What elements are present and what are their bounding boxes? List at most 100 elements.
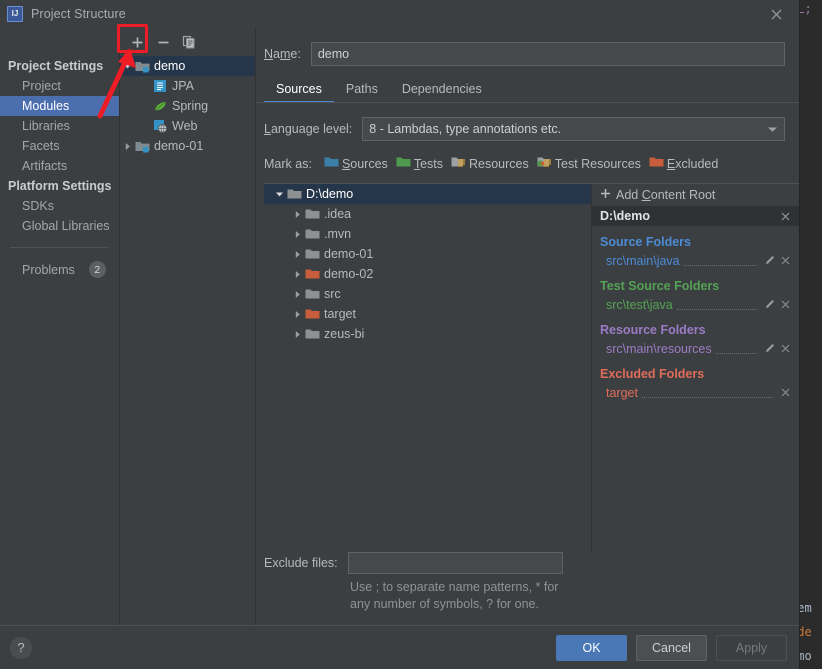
ok-button[interactable]: OK <box>556 634 627 661</box>
chevron-right-icon[interactable] <box>290 290 304 299</box>
help-icon[interactable]: ? <box>10 636 32 659</box>
file-tree-label: target <box>324 307 356 321</box>
tab-dependencies[interactable]: Dependencies <box>390 78 494 103</box>
chevron-down-icon <box>767 120 778 138</box>
spring-facet-icon <box>152 99 168 113</box>
facet-row-spring[interactable]: Spring <box>120 96 255 116</box>
tab-sources[interactable]: Sources <box>264 78 334 103</box>
modules-panel: demo JPA Spring Web demo-01 <box>120 28 256 625</box>
module-row-demo[interactable]: demo <box>120 56 255 76</box>
mark-as-sources-button[interactable]: Sources <box>324 155 388 173</box>
add-content-root-label: Add Content Root <box>616 188 716 202</box>
mark-as-label-text: Resources <box>469 157 529 171</box>
file-tree-row-demo-02[interactable]: demo-02 <box>264 264 591 284</box>
close-icon[interactable] <box>777 344 793 353</box>
intellij-idea-icon: IJ <box>7 6 23 22</box>
close-icon[interactable] <box>777 388 793 397</box>
dotted-leader <box>641 397 773 398</box>
add-module-button[interactable] <box>124 31 150 53</box>
excluded-folders-title: Excluded Folders <box>600 367 705 381</box>
sources-folder-icon <box>324 155 339 173</box>
close-icon[interactable] <box>777 212 793 221</box>
content-roots-panel: Add Content Root D:\demo Source Folders … <box>592 184 799 552</box>
chevron-right-icon[interactable] <box>290 270 304 279</box>
pencil-icon[interactable] <box>761 343 777 354</box>
file-tree-label: demo-02 <box>324 267 374 281</box>
facet-label: JPA <box>172 79 194 93</box>
dotted-leader <box>676 309 757 310</box>
module-name-input[interactable] <box>310 42 785 66</box>
module-tabs: Sources Paths Dependencies <box>256 78 799 103</box>
source-folders-title: Source Folders <box>600 235 691 249</box>
chevron-right-icon[interactable] <box>120 142 134 151</box>
mark-as-tests-button[interactable]: Tests <box>396 155 443 173</box>
close-icon[interactable] <box>777 300 793 309</box>
file-tree-row-target[interactable]: target <box>264 304 591 324</box>
resource-folder-row[interactable]: src\main\resources <box>592 339 799 358</box>
chevron-right-icon[interactable] <box>290 250 304 259</box>
problems-label: Problems <box>22 262 75 277</box>
chevron-right-icon[interactable] <box>290 210 304 219</box>
facet-row-web[interactable]: Web <box>120 116 255 136</box>
sidebar-item-facets[interactable]: Facets <box>0 136 119 156</box>
test-source-folder-row[interactable]: src\test\java <box>592 295 799 314</box>
add-content-root-button[interactable]: Add Content Root <box>592 184 799 206</box>
source-folder-row[interactable]: src\main\java <box>592 251 799 270</box>
module-folder-icon <box>134 60 150 73</box>
mark-as-label-text: Excluded <box>666 157 719 171</box>
file-tree-row-idea[interactable]: .idea <box>264 204 591 224</box>
dialog-title: Project Structure <box>31 7 126 21</box>
content-root-header: D:\demo <box>592 206 799 226</box>
resource-folder-path: src\main\resources <box>606 341 712 356</box>
copy-module-button[interactable] <box>176 31 202 53</box>
resources-folder-icon <box>451 155 466 173</box>
folder-icon <box>286 188 302 200</box>
sidebar-item-problems[interactable]: Problems 2 <box>0 258 119 281</box>
excluded-folder-icon <box>649 155 664 173</box>
module-row-demo-01[interactable]: demo-01 <box>120 136 255 156</box>
excluded-folder-row[interactable]: target <box>592 383 799 402</box>
chevron-right-icon[interactable] <box>290 330 304 339</box>
module-details-panel: Name: Sources Paths Dependencies Languag… <box>256 28 799 625</box>
modules-tree: demo JPA Spring Web demo-01 <box>120 56 255 625</box>
exclude-files-row: Exclude files: <box>264 552 789 574</box>
exclude-files-input[interactable] <box>347 552 563 574</box>
sidebar-item-libraries[interactable]: Libraries <box>0 116 119 136</box>
pencil-icon[interactable] <box>761 299 777 310</box>
source-folder-path: src\main\java <box>606 253 680 268</box>
chevron-down-icon[interactable] <box>120 62 134 71</box>
screen: ML; dem/de emo IJ Project Structure Projec… <box>0 0 822 669</box>
language-level-row: Language level: 8 - Lambdas, type annota… <box>256 103 799 141</box>
sidebar-item-global-libraries[interactable]: Global Libraries <box>0 216 119 236</box>
sidebar-item-sdks[interactable]: SDKs <box>0 196 119 216</box>
tab-paths[interactable]: Paths <box>334 78 390 103</box>
file-tree-row-src[interactable]: src <box>264 284 591 304</box>
close-icon[interactable] <box>777 256 793 265</box>
file-tree-row-zeus-bi[interactable]: zeus-bi <box>264 324 591 344</box>
chevron-right-icon[interactable] <box>290 230 304 239</box>
file-tree-row-demo-01[interactable]: demo-01 <box>264 244 591 264</box>
file-tree-row-root[interactable]: D:\demo <box>264 184 591 204</box>
module-name-row: Name: <box>256 28 799 66</box>
apply-button[interactable]: Apply <box>716 634 787 661</box>
mark-as-resources-button[interactable]: Resources <box>451 155 529 173</box>
problems-count-badge: 2 <box>88 261 106 278</box>
facet-row-jpa[interactable]: JPA <box>120 76 255 96</box>
sidebar-item-modules[interactable]: Modules <box>0 96 119 116</box>
cancel-button[interactable]: Cancel <box>636 634 707 661</box>
language-level-select[interactable]: 8 - Lambdas, type annotations etc. <box>362 117 785 141</box>
remove-module-button[interactable] <box>150 31 176 53</box>
sidebar-item-project[interactable]: Project <box>0 76 119 96</box>
folder-icon <box>304 288 320 300</box>
close-icon[interactable] <box>753 0 799 28</box>
web-facet-icon <box>152 119 168 133</box>
file-tree-row-mvn[interactable]: .mvn <box>264 224 591 244</box>
chevron-down-icon[interactable] <box>272 190 286 199</box>
plus-icon <box>600 186 611 204</box>
pencil-icon[interactable] <box>761 255 777 266</box>
mark-as-excluded-button[interactable]: Excluded <box>649 155 718 173</box>
sidebar-item-artifacts[interactable]: Artifacts <box>0 156 119 176</box>
mark-as-test-resources-button[interactable]: Test Resources <box>536 155 641 173</box>
chevron-right-icon[interactable] <box>290 310 304 319</box>
excluded-folder-icon <box>304 308 320 320</box>
